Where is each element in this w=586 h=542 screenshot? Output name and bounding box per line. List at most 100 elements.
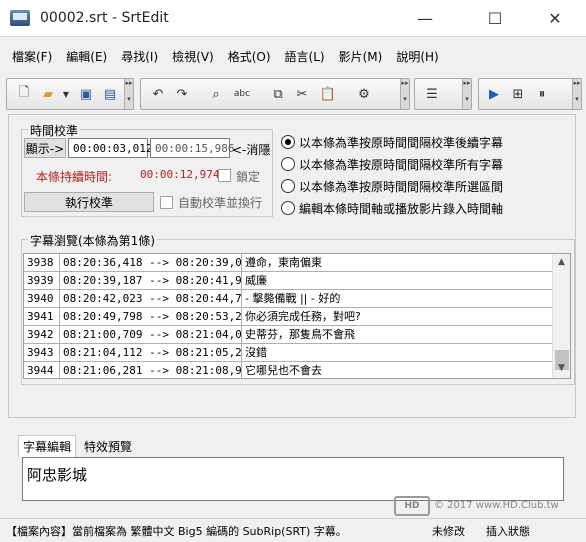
title-bar: 00002.srt - SrtEdit — ☐ ✕ xyxy=(0,0,586,36)
row-number: 3942 xyxy=(24,326,60,344)
app-icon xyxy=(10,10,30,26)
duration-value: 00:00:12,974 xyxy=(140,168,220,181)
menu-movie[interactable]: 影片(M) xyxy=(339,48,383,65)
find-icon[interactable]: ⌕ xyxy=(207,85,225,103)
status-bar: 【檔案內容】當前檔案為 繁體中文 Big5 編碼的 SubRip(SRT) 字幕… xyxy=(0,518,586,542)
timing-section-label: 時間校準 xyxy=(28,122,81,139)
menu-language[interactable]: 語言(L) xyxy=(285,48,325,65)
status-info: 【檔案內容】當前檔案為 繁體中文 Big5 編碼的 SubRip(SRT) 字幕… xyxy=(6,525,347,538)
table-row[interactable]: 3943 08:21:04,112 --> 08:21:05,204 沒錯 xyxy=(24,344,554,362)
row-number: 3943 xyxy=(24,344,60,362)
toolbar-grip[interactable]: ▸▸ ▾ xyxy=(400,79,409,109)
row-number: 3944 xyxy=(24,362,60,378)
toolbar-grip[interactable]: ▸▸ ▾ xyxy=(124,79,133,109)
row-text: 威廉 xyxy=(245,274,267,287)
row-text: 沒錯 xyxy=(245,346,267,359)
option-calibrate-selected-label: 以本條為準按原時間間隔校準所選區間 xyxy=(299,180,504,194)
option-calibrate-all[interactable] xyxy=(281,157,295,171)
toolbar-grip[interactable]: ▸▸ ▾ xyxy=(572,79,581,109)
start-time-field[interactable]: 00:00:03,012 xyxy=(68,138,152,158)
save-icon[interactable]: ▣ xyxy=(77,85,95,103)
paste-icon[interactable]: 📋 xyxy=(319,85,337,103)
timing-group: 時間校準 顯示-> 00:00:03,012 00:00:15,986 <-消隱… xyxy=(21,122,273,217)
edit-toolbar: ↶ ↷ ⌕ abc ⧉ ✂ 📋 ⚙ ▸▸ ▾ xyxy=(140,78,410,110)
browse-section-label: 字幕瀏覽(本條為第1條) xyxy=(28,232,157,249)
tab-subtitle-edit[interactable]: 字幕編輯 xyxy=(18,435,77,457)
new-file-icon[interactable]: 🗋 xyxy=(15,85,33,103)
close-button[interactable]: ✕ xyxy=(532,0,578,36)
maximize-button[interactable]: ☐ xyxy=(472,0,518,36)
menu-format[interactable]: 格式(O) xyxy=(228,48,271,65)
spellcheck-icon[interactable]: abc xyxy=(233,85,251,103)
row-text: - 擊斃備戰 || - 好的 xyxy=(245,292,341,305)
option-edit-timeline-label: 編輯本條時間軸或播放影片錄入時間軸 xyxy=(299,202,504,216)
row-time: 08:20:42,023 --> 08:20:44,753 xyxy=(60,290,242,308)
play-icon[interactable]: ▶ xyxy=(485,85,503,103)
lock-checkbox[interactable] xyxy=(218,169,231,182)
cut-icon[interactable]: ✂ xyxy=(293,85,311,103)
status-insert-mode: 插入狀態 xyxy=(486,525,530,538)
menu-find[interactable]: 尋找(I) xyxy=(121,48,158,65)
duration-label: 本條持續時間: xyxy=(36,170,113,184)
menu-edit[interactable]: 編輯(E) xyxy=(66,48,107,65)
toolbar-grip[interactable]: ▸▸ ▾ xyxy=(462,79,471,109)
option-edit-timeline[interactable] xyxy=(281,201,295,215)
row-time: 08:20:36,418 --> 08:20:39,080 xyxy=(60,254,242,272)
menu-bar: 檔案(F) 編輯(E) 尋找(I) 檢視(V) 格式(O) 語言(L) 影片(M… xyxy=(0,36,586,76)
dropdown-arrow-icon[interactable]: ▼ xyxy=(57,85,75,103)
frame-icon[interactable]: ⊞ xyxy=(509,85,527,103)
open-folder-icon[interactable]: ▰ xyxy=(39,85,57,103)
tab-effect-preview[interactable]: 特效預覽 xyxy=(80,436,136,456)
minimize-button[interactable]: — xyxy=(402,0,448,36)
table-row[interactable]: 3941 08:20:49,798 --> 08:20:53,256 你必須完成… xyxy=(24,308,554,326)
watermark-text: © 2017 www.HD.Club.tw xyxy=(434,500,559,511)
table-row[interactable]: 3938 08:20:36,418 --> 08:20:39,080 遵命，東南… xyxy=(24,254,554,272)
menu-file[interactable]: 檔案(F) xyxy=(12,48,52,65)
list-toolbar: ☰ ▸▸ ▾ xyxy=(414,78,472,110)
window-title: 00002.srt - SrtEdit xyxy=(40,10,169,26)
menu-help[interactable]: 說明(H) xyxy=(396,48,438,65)
status-modified: 未修改 xyxy=(432,525,465,538)
show-time-button[interactable]: 顯示-> xyxy=(24,138,66,158)
table-row[interactable]: 3939 08:20:39,187 --> 08:20:41,917 威廉 xyxy=(24,272,554,290)
row-time: 08:21:00,709 --> 08:21:04,042 xyxy=(60,326,242,344)
pause-icon[interactable]: ⏸ xyxy=(533,85,551,103)
table-row[interactable]: 3944 08:21:06,281 --> 08:21:08,943 它哪兒也不… xyxy=(24,362,554,378)
row-time: 08:20:49,798 --> 08:20:53,256 xyxy=(60,308,242,326)
row-text: 史蒂芬，那隻鳥不會飛 xyxy=(245,328,355,341)
row-text: 它哪兒也不會去 xyxy=(245,364,322,377)
row-text: 你必須完成任務，對吧? xyxy=(245,310,361,323)
subtitle-edit-area[interactable]: 阿忠影城 xyxy=(22,457,564,501)
scroll-up-icon[interactable]: ▲ xyxy=(553,254,570,271)
option-calibrate-selected[interactable] xyxy=(281,179,295,193)
clear-button[interactable]: <-消隱 xyxy=(232,141,270,158)
table-row[interactable]: 3942 08:21:00,709 --> 08:21:04,042 史蒂芬，那… xyxy=(24,326,554,344)
row-time: 08:21:04,112 --> 08:21:05,204 xyxy=(60,344,242,362)
option-calibrate-following[interactable] xyxy=(281,135,295,149)
option-calibrate-all-label: 以本條為準按原時間間隔校準所有字幕 xyxy=(299,158,504,172)
row-time: 08:21:06,281 --> 08:21:08,943 xyxy=(60,362,242,378)
copy-icon[interactable]: ⧉ xyxy=(269,85,287,103)
redo-icon[interactable]: ↷ xyxy=(173,85,191,103)
main-panel: 時間校準 顯示-> 00:00:03,012 00:00:15,986 <-消隱… xyxy=(8,114,576,418)
row-number: 3938 xyxy=(24,254,60,272)
execute-calibration-button[interactable]: 執行校準 xyxy=(24,192,154,212)
row-time: 08:20:39,187 --> 08:20:41,917 xyxy=(60,272,242,290)
menu-view[interactable]: 檢視(V) xyxy=(172,48,214,65)
settings-icon[interactable]: ⚙ xyxy=(355,85,373,103)
end-time-field[interactable]: 00:00:15,986 xyxy=(150,138,234,158)
subtitle-list[interactable]: 3938 08:20:36,418 --> 08:20:39,080 遵命，東南… xyxy=(23,253,571,379)
row-text: 遵命，東南偏東 xyxy=(245,256,322,269)
option-calibrate-following-label: 以本條為準按原時間間隔校準後續字幕 xyxy=(299,136,504,150)
table-row[interactable]: 3940 08:20:42,023 --> 08:20:44,753 - 擊斃備… xyxy=(24,290,554,308)
undo-icon[interactable]: ↶ xyxy=(149,85,167,103)
auto-calibrate-label: 自動校準並換行 xyxy=(178,196,263,210)
player-toolbar: ▶ ⊞ ⏸ ▸▸ ▾ xyxy=(478,78,582,110)
auto-calibrate-checkbox[interactable] xyxy=(160,196,173,209)
list-icon[interactable]: ☰ xyxy=(423,85,441,103)
list-scrollbar[interactable]: ▲ ▼ xyxy=(552,254,570,378)
save-as-icon[interactable]: ▤ xyxy=(101,85,119,103)
row-number: 3941 xyxy=(24,308,60,326)
toolbar-row: 🗋 ▰ ▼ ▣ ▤ ▸▸ ▾ ↶ ↷ ⌕ abc ⧉ ✂ 📋 ⚙ ▸▸ ▾ ☰ ▸▸… xyxy=(0,76,586,112)
scroll-down-icon[interactable]: ▼ xyxy=(553,360,570,377)
